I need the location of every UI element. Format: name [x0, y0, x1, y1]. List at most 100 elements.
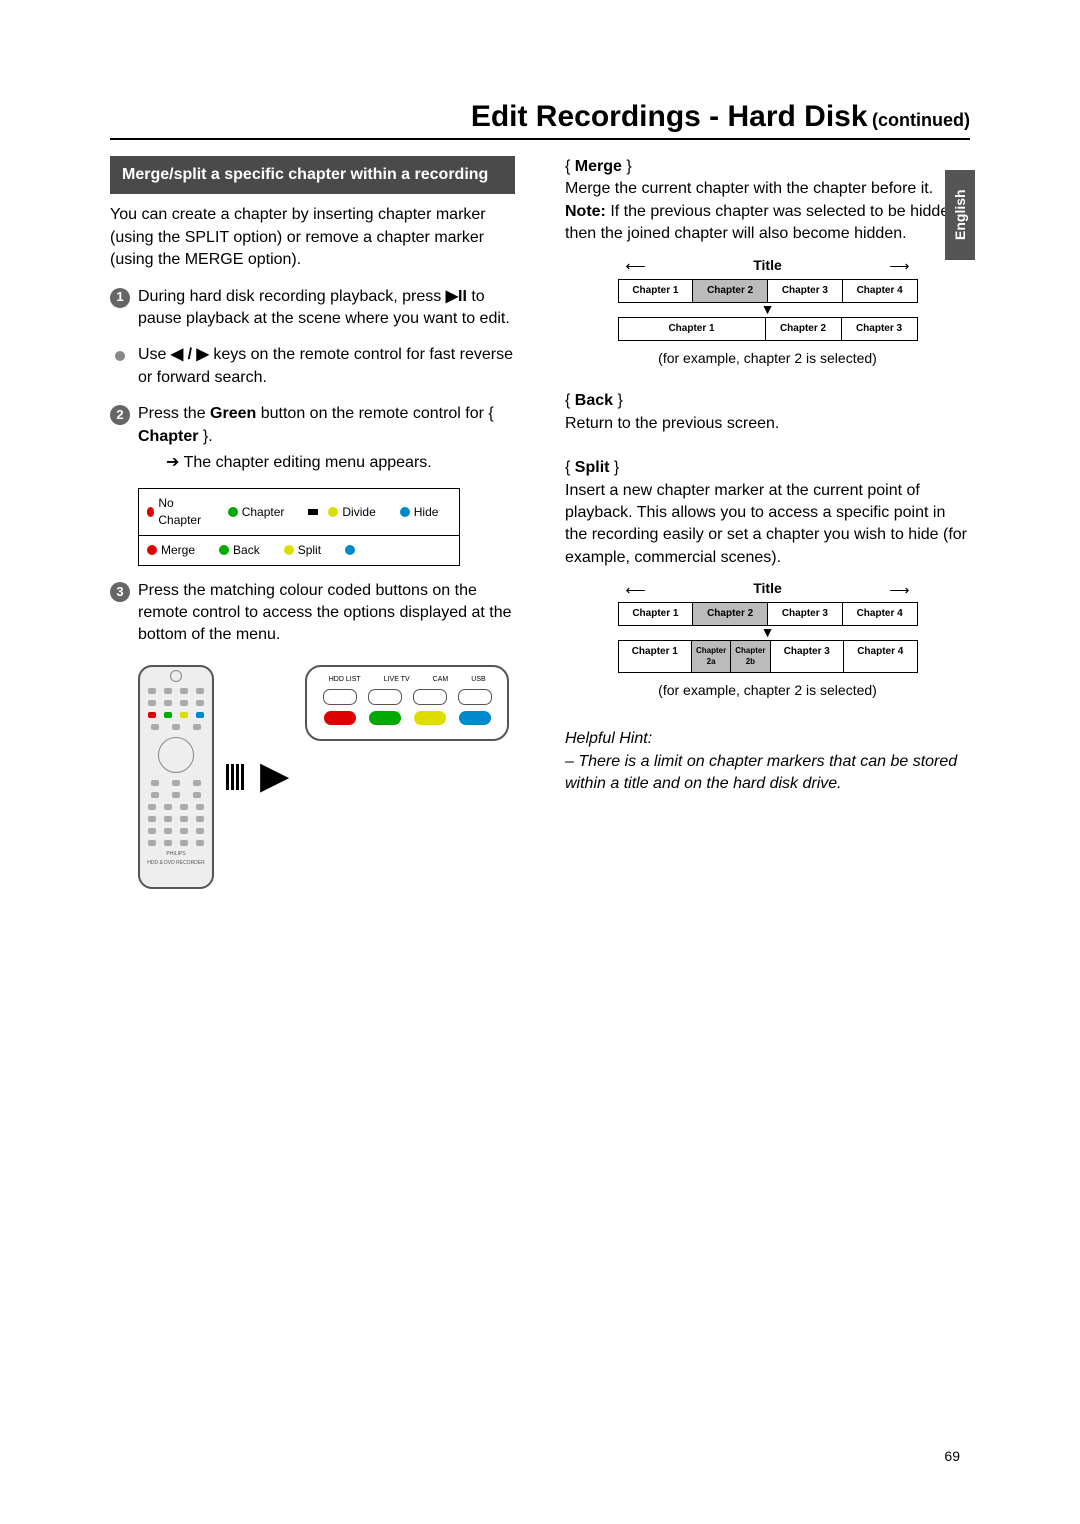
right-column: { Merge } Merge the current chapter with… [565, 156, 970, 889]
remote-model: HDD & DVD RECORDER [140, 860, 212, 867]
left-right-icon: ◀ / ▶ [171, 346, 209, 363]
remote-brand: PHILIPS [140, 851, 212, 858]
red-dot-icon [147, 545, 157, 555]
page-number: 69 [944, 1448, 960, 1464]
back-label: Back [575, 392, 613, 409]
back-text: Return to the previous screen. [565, 415, 779, 432]
helpful-hint: Helpful Hint: – There is a limit on chap… [565, 728, 970, 795]
bullet-icon [115, 351, 125, 361]
remote-control: PHILIPS HDD & DVD RECORDER [138, 665, 214, 889]
split-label: Split [575, 459, 610, 476]
chapter-cell-split: Chapter 2b [731, 641, 770, 671]
arrow-icon: ➔ [166, 454, 184, 471]
arrow-right-icon: ▶ [260, 750, 289, 803]
pad-label-hdd: HDD LIST [329, 675, 361, 685]
green-button [369, 711, 401, 725]
chapter-cell: Chapter 4 [844, 641, 917, 671]
step-number-1: 1 [110, 288, 130, 308]
pad-label-usb: USB [471, 675, 485, 685]
pad-label-live: LIVE TV [384, 675, 410, 685]
merge-label: Merge [575, 158, 622, 175]
yellow-button [414, 711, 446, 725]
chapter-cell: Chapter 3 [768, 603, 843, 625]
blue-dot-icon [345, 545, 355, 555]
step3-text: Press the matching colour coded buttons … [138, 580, 515, 647]
remote-illustration: PHILIPS HDD & DVD RECORDER ▶ HDD LIST LI… [138, 665, 515, 889]
step-1: 1 During hard disk recording playback, p… [110, 286, 515, 331]
split-diagram: Title ⟵⟶ Chapter 1 Chapter 2 Chapter 3 C… [618, 579, 918, 673]
chapter-cell-split: Chapter 2a [692, 641, 731, 671]
pill-outline [323, 689, 357, 705]
chapter-cell: Chapter 3 [768, 280, 843, 302]
page-header: Edit Recordings - Hard Disk (continued) [110, 100, 970, 140]
blue-button [459, 711, 491, 725]
menu-no-chapter: No Chapter [158, 495, 203, 529]
pad-label-cam: CAM [433, 675, 449, 685]
language-tab: English [945, 170, 975, 260]
step2-post: }. [203, 428, 213, 445]
arrow-left-icon: ⟵ [626, 581, 646, 601]
play-pause-icon: ▶II [446, 288, 467, 305]
menu-back: Back [233, 542, 260, 559]
merge-text: Merge the current chapter with the chapt… [565, 180, 933, 197]
left-column: Merge/split a specific chapter within a … [110, 156, 515, 889]
merge-note: If the previous chapter was selected to … [565, 203, 963, 242]
down-arrow-icon: ▼ [761, 623, 775, 643]
yellow-dot-icon [284, 545, 294, 555]
green-dot-icon [228, 507, 238, 517]
pill-outline [413, 689, 447, 705]
chapter-cell: Chapter 4 [843, 603, 917, 625]
chapter-cell: Chapter 1 [619, 280, 694, 302]
chapter-cell: Chapter 2 [766, 318, 842, 340]
chapter-cell-selected: Chapter 2 [693, 603, 768, 625]
chapter-cell: Chapter 1 [619, 603, 694, 625]
intro-text: You can create a chapter by inserting ch… [110, 204, 515, 271]
step-number-3: 3 [110, 582, 130, 602]
step2-pre: Press the [138, 405, 210, 422]
pill-outline [368, 689, 402, 705]
step2-sub: The chapter editing menu appears. [184, 454, 432, 471]
step2-green: Green [210, 405, 256, 422]
chapter-cell: Chapter 3 [771, 641, 845, 671]
page-title: Edit Recordings - Hard Disk [471, 100, 868, 133]
menu-chapter: Chapter [242, 504, 285, 521]
section-heading: Merge/split a specific chapter within a … [110, 156, 515, 194]
page-title-continued: (continued) [872, 110, 970, 130]
chapter-cell: Chapter 1 [619, 641, 693, 671]
yellow-dot-icon [328, 507, 338, 517]
merge-diagram: Title ⟵⟶ Chapter 1 Chapter 2 Chapter 3 C… [618, 256, 918, 341]
hint-label: Helpful Hint: [565, 730, 652, 747]
arrow-left-icon: ⟵ [626, 257, 646, 277]
chapter-menu-diagram: No Chapter Chapter Divide Hide Merge Bac… [138, 488, 460, 565]
example-note: (for example, chapter 2 is selected) [565, 349, 970, 369]
pill-outline [458, 689, 492, 705]
split-section: { Split } Insert a new chapter marker at… [565, 457, 970, 569]
note-label: Note: [565, 203, 606, 220]
chapter-cell: Chapter 4 [843, 280, 917, 302]
step-2: 2 Press the Green button on the remote c… [110, 403, 515, 474]
green-dot-icon [219, 545, 229, 555]
back-section: { Back } Return to the previous screen. [565, 390, 970, 435]
example-note: (for example, chapter 2 is selected) [565, 681, 970, 701]
merge-section: { Merge } Merge the current chapter with… [565, 156, 970, 246]
arrow-right-icon: ⟶ [889, 581, 909, 601]
down-arrow-icon: ▼ [761, 300, 775, 320]
arrow-right-icon: ⟶ [889, 257, 909, 277]
red-dot-icon [147, 507, 154, 517]
menu-divide: Divide [342, 504, 375, 521]
bullet-pre: Use [138, 346, 171, 363]
chapter-cell-merged: Chapter 1 [619, 318, 766, 340]
step2-chapter: Chapter [138, 428, 198, 445]
hint-text: – There is a limit on chapter markers th… [565, 753, 957, 792]
chapter-cell: Chapter 3 [842, 318, 917, 340]
blue-dot-icon [400, 507, 410, 517]
bullet-step: Use ◀ / ▶ keys on the remote control for… [110, 344, 515, 389]
color-button-pad: HDD LIST LIVE TV CAM USB [305, 665, 509, 741]
red-button [324, 711, 356, 725]
bars-icon [226, 764, 244, 790]
split-text: Insert a new chapter marker at the curre… [565, 482, 967, 566]
step-3: 3 Press the matching colour coded button… [110, 580, 515, 647]
step1-pre: During hard disk recording playback, pre… [138, 288, 446, 305]
chapter-cell-selected: Chapter 2 [693, 280, 768, 302]
step2-mid: button on the remote control for { [261, 405, 494, 422]
